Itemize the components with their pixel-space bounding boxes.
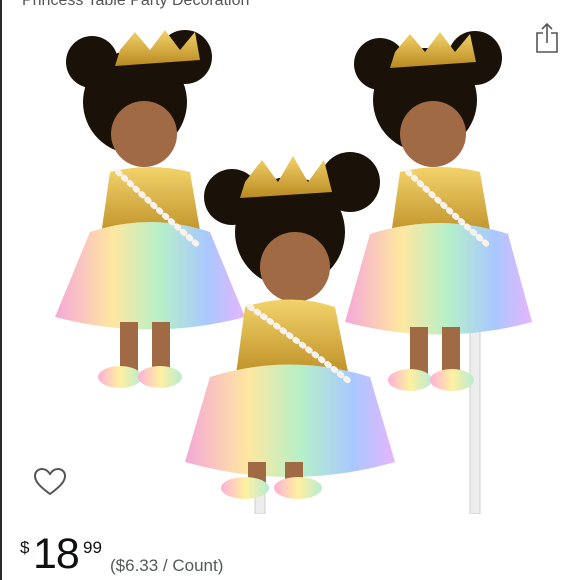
heart-outline-icon <box>33 467 67 496</box>
figure-right <box>345 31 532 391</box>
product-image[interactable] <box>40 22 540 514</box>
left-border <box>0 0 2 580</box>
unit-price: ($6.33 / Count) <box>110 556 224 575</box>
price-currency: $ <box>20 538 30 557</box>
price-whole: 18 <box>33 530 80 578</box>
price-fraction: 99 <box>83 538 102 557</box>
product-title: Princess Table Party Decoration <box>22 0 250 9</box>
wishlist-button[interactable] <box>30 464 70 500</box>
